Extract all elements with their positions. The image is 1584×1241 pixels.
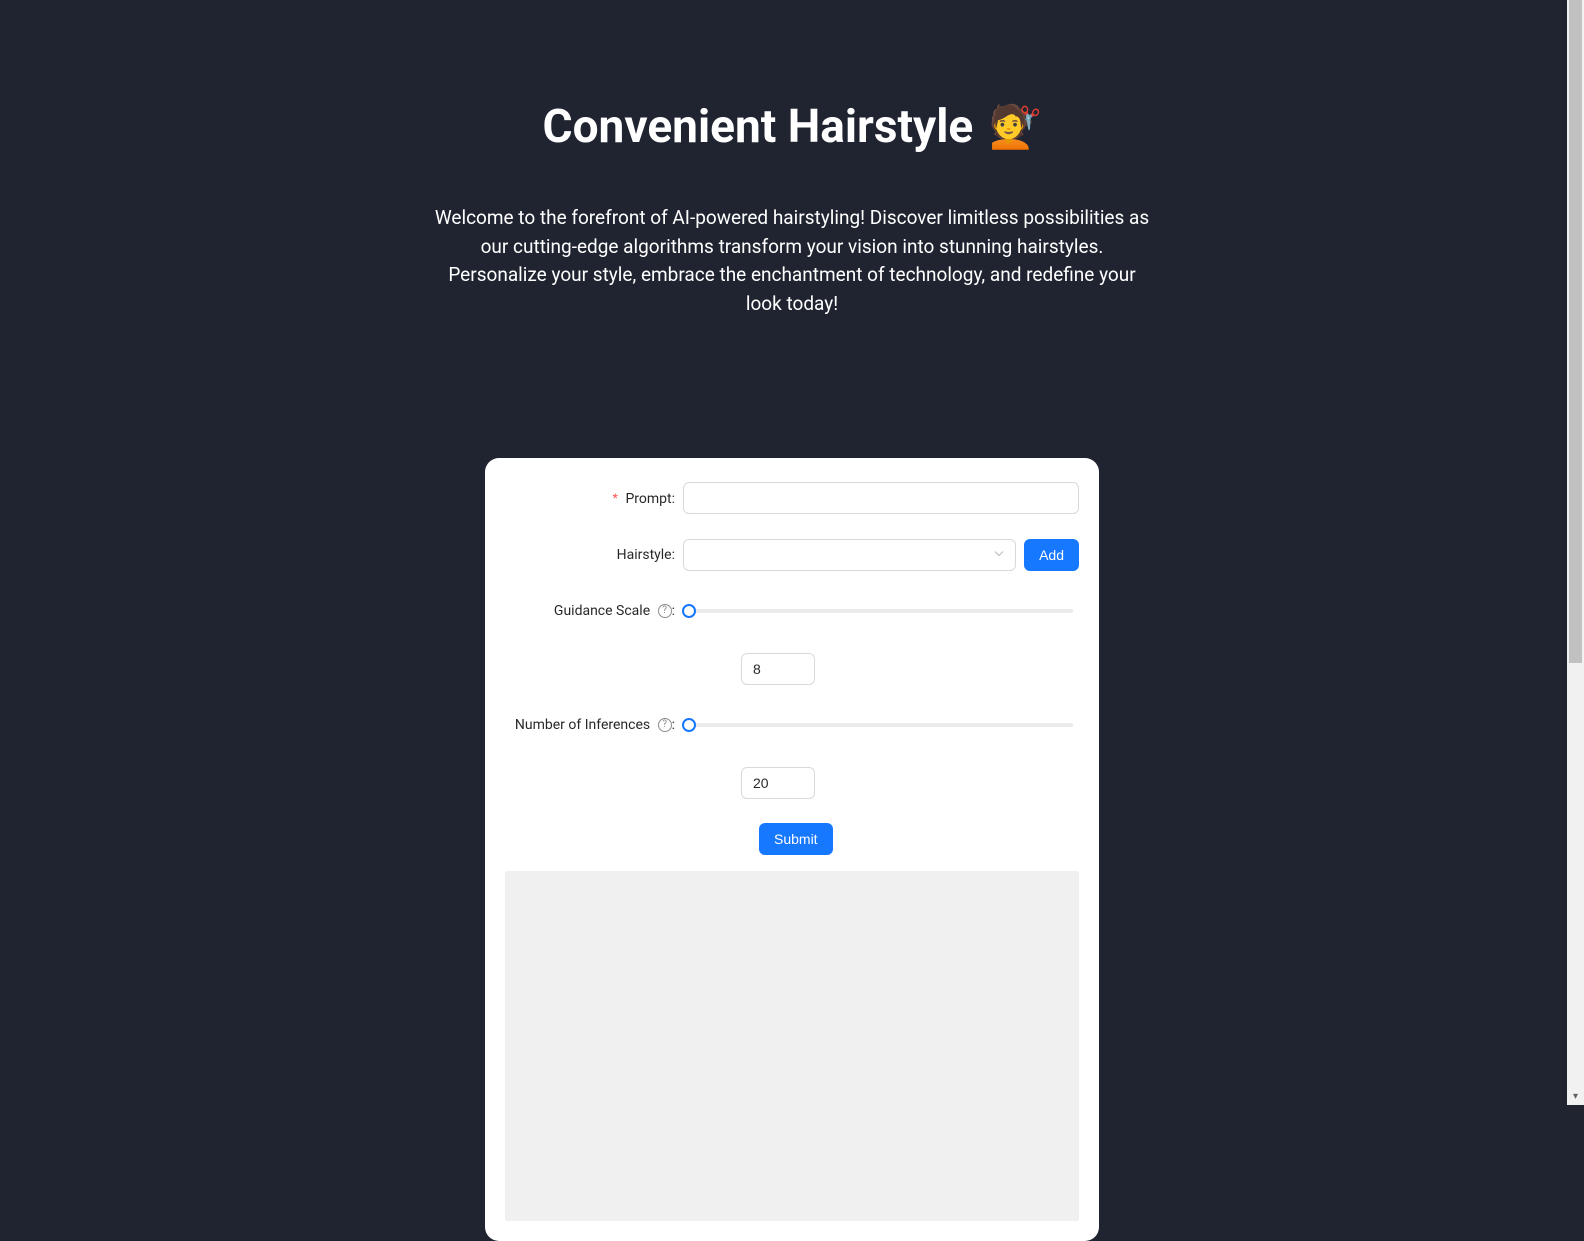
guidance-scale-slider-container [683,595,1079,685]
submit-row: Submit [505,823,1079,855]
guidance-scale-label: Guidance Scale ?: [505,595,683,627]
hairstyle-label: Hairstyle: [505,539,683,571]
page-title: Convenient Hairstyle 💇 [542,100,1041,154]
scrollbar-down-icon[interactable]: ▾ [1567,1088,1584,1105]
prompt-label-text: Prompt [625,491,671,507]
hairstyle-row: Hairstyle: Add [505,539,1079,571]
num-inferences-control [683,713,1079,799]
prompt-label: * Prompt: [505,482,683,515]
guidance-scale-row: Guidance Scale ?: [505,595,1079,685]
guidance-scale-label-text: Guidance Scale [554,603,650,619]
hairstyle-control: Add [683,539,1079,571]
prompt-input[interactable] [683,482,1079,514]
prompt-row: * Prompt: [505,482,1079,515]
help-icon[interactable]: ? [658,604,672,618]
haircut-emoji-icon: 💇 [989,103,1041,152]
guidance-scale-slider[interactable] [689,609,1073,613]
hairstyle-select[interactable] [683,539,1016,571]
title-text: Convenient Hairstyle [542,100,973,154]
num-inferences-slider-handle[interactable] [682,718,696,732]
scrollbar[interactable]: ▴ ▾ [1567,0,1584,1105]
submit-button[interactable]: Submit [759,823,833,855]
prompt-control [683,482,1079,514]
num-inferences-slider[interactable] [689,723,1073,727]
main-container: Convenient Hairstyle 💇 Welcome to the fo… [0,0,1584,1241]
num-inferences-input[interactable] [741,767,815,799]
hairstyle-select-wrapper [683,539,1016,571]
help-icon[interactable]: ? [658,718,672,732]
required-asterisk-icon: * [613,490,618,506]
num-inferences-row: Number of Inferences ?: [505,709,1079,799]
guidance-scale-control [683,599,1079,685]
hairstyle-label-text: Hairstyle [617,547,672,563]
form-card: * Prompt: Hairstyle: [485,458,1099,1241]
guidance-scale-input[interactable] [741,653,815,685]
add-button[interactable]: Add [1024,539,1079,571]
output-area [505,871,1079,1221]
header-section: Convenient Hairstyle 💇 Welcome to the fo… [0,0,1584,358]
num-inferences-label-text: Number of Inferences [515,717,650,733]
num-inferences-slider-container [683,709,1079,799]
scrollbar-thumb[interactable] [1569,0,1582,663]
description-text: Welcome to the forefront of AI-powered h… [432,204,1152,318]
guidance-scale-slider-handle[interactable] [682,604,696,618]
num-inferences-label: Number of Inferences ?: [505,709,683,741]
